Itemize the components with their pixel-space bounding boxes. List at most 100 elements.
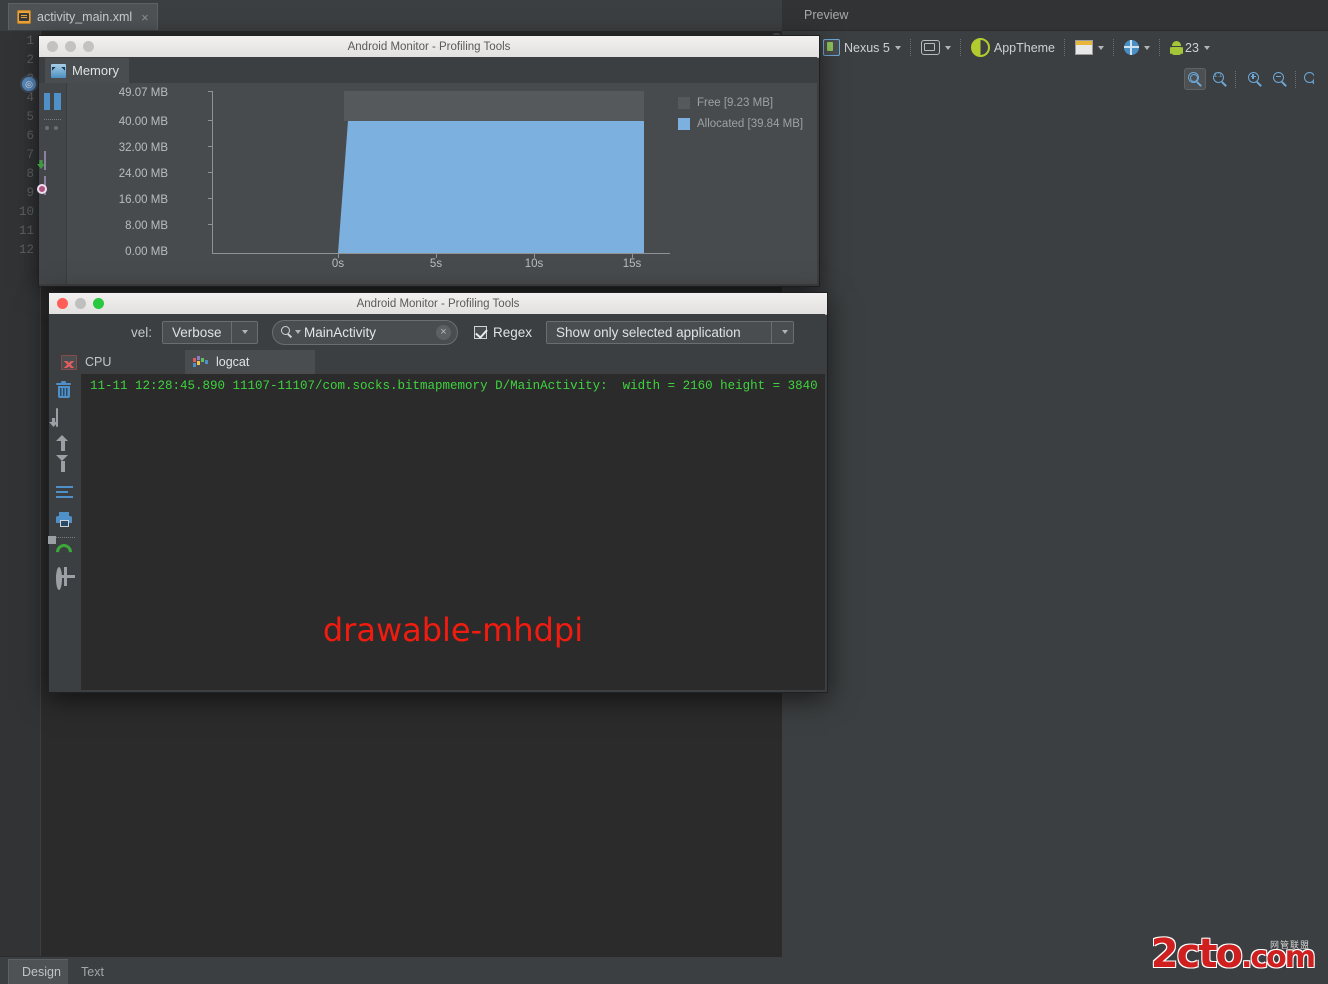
tab-memory[interactable]: Memory bbox=[45, 58, 129, 83]
chart-area-free bbox=[344, 91, 644, 121]
zoom-to-fit-button[interactable] bbox=[1184, 68, 1206, 90]
xml-file-icon bbox=[17, 10, 31, 24]
watermark-domain: .com bbox=[1240, 940, 1316, 975]
y-tick bbox=[208, 120, 212, 121]
gutter-marker-icon[interactable]: ◎ bbox=[22, 77, 36, 91]
line-number: 8 bbox=[26, 167, 34, 181]
android-monitor-logcat-window[interactable]: Android Monitor - Profiling Tools logcat… bbox=[48, 292, 828, 693]
zoom-extra-button[interactable] bbox=[1304, 68, 1314, 90]
line-number: 11 bbox=[18, 224, 34, 238]
regex-label: Regex bbox=[493, 324, 533, 340]
tab-text[interactable]: Text bbox=[68, 959, 117, 984]
device-selector-label: Nexus 5 bbox=[844, 40, 890, 55]
legend-item-allocated: Allocated [39.84 MB] bbox=[678, 118, 803, 130]
x-tick-label: 15s bbox=[622, 258, 642, 270]
tab-design[interactable]: Design bbox=[8, 959, 75, 984]
chevron-down-icon[interactable] bbox=[771, 321, 793, 343]
theme-selector[interactable]: AppTheme bbox=[966, 36, 1060, 60]
restart-icon[interactable] bbox=[48, 536, 76, 564]
editor-tab-label: activity_main.xml bbox=[37, 10, 133, 24]
chevron-down-icon bbox=[1098, 45, 1105, 50]
line-number: 9 bbox=[26, 186, 34, 200]
logcat-search-input[interactable]: MainActivity × bbox=[272, 319, 459, 345]
close-icon[interactable]: × bbox=[141, 10, 149, 25]
toolbar-separator bbox=[55, 537, 75, 539]
tab-memory-label: Memory bbox=[72, 63, 119, 78]
arrow-down-icon[interactable] bbox=[56, 455, 74, 479]
garbage-collect-icon[interactable] bbox=[44, 127, 61, 144]
y-tick-label: 8.00 MB bbox=[125, 220, 168, 232]
line-number: 2 bbox=[26, 53, 34, 67]
layout-variant-selector[interactable] bbox=[1070, 36, 1109, 60]
line-number: 7 bbox=[26, 148, 34, 162]
logcat-console[interactable]: 11-11 12:28:45.890 11107-11107/com.socks… bbox=[81, 374, 825, 690]
orientation-selector[interactable] bbox=[916, 36, 956, 60]
line-number: 1 bbox=[26, 34, 34, 48]
y-tick bbox=[208, 91, 212, 92]
zoom-in-button[interactable] bbox=[1244, 68, 1266, 90]
scope-filter-dropdown[interactable]: Show only selected application bbox=[546, 320, 795, 344]
zoom-actual-size-button[interactable]: 1:1 bbox=[1209, 68, 1231, 90]
locale-selector[interactable] bbox=[1119, 36, 1155, 60]
zoom-out-button[interactable] bbox=[1269, 68, 1291, 90]
legend-label: Free [9.23 MB] bbox=[697, 97, 774, 109]
toolbar-separator bbox=[959, 39, 962, 56]
layout-variant-icon bbox=[1075, 40, 1094, 55]
tab-cpu[interactable]: CPU bbox=[53, 350, 183, 374]
y-tick-label: 49.07 MB bbox=[118, 87, 168, 99]
chevron-down-icon[interactable] bbox=[230, 321, 253, 343]
chart-y-axis bbox=[212, 91, 213, 254]
gear-icon[interactable] bbox=[56, 567, 74, 590]
chevron-down-icon bbox=[1203, 45, 1210, 50]
log-level-dropdown[interactable]: Verbose bbox=[162, 320, 259, 344]
memory-chart-icon bbox=[51, 63, 66, 78]
arrow-up-icon[interactable] bbox=[56, 435, 74, 453]
log-level-value: Verbose bbox=[172, 324, 222, 340]
device-selector[interactable]: Nexus 5 bbox=[818, 36, 906, 60]
preview-header: Preview bbox=[782, 0, 1328, 31]
chart-x-axis bbox=[212, 253, 670, 254]
logcat-window-title: Android Monitor - Profiling Tools bbox=[356, 297, 520, 310]
dump-heap-icon[interactable] bbox=[44, 151, 61, 170]
tab-logcat[interactable]: logcat bbox=[185, 350, 315, 374]
orientation-icon bbox=[920, 40, 940, 55]
clear-search-icon[interactable]: × bbox=[436, 324, 452, 340]
wrap-text-icon[interactable] bbox=[56, 486, 74, 504]
zoom-extra-icon bbox=[1304, 71, 1314, 87]
cpu-icon bbox=[61, 354, 77, 370]
zoom-to-fit-icon bbox=[1187, 71, 1203, 87]
regex-checkbox[interactable] bbox=[474, 325, 488, 339]
print-icon[interactable] bbox=[56, 512, 74, 530]
log-line: 11-11 12:28:45.890 11107-11107/com.socks… bbox=[90, 379, 818, 393]
toolbar-separator bbox=[1159, 39, 1161, 56]
line-number: 6 bbox=[26, 129, 34, 143]
preview-toolbar: Nexus 5 AppTheme 23 bbox=[782, 31, 1328, 64]
chevron-down-icon bbox=[894, 45, 901, 50]
logcat-toolbar: vel: Verbose MainActivity × Regex Show o… bbox=[49, 314, 825, 350]
editor-tab-activity-main-xml[interactable]: activity_main.xml × bbox=[8, 3, 158, 30]
logcat-window-titlebar[interactable]: Android Monitor - Profiling Tools bbox=[49, 293, 827, 315]
theme-icon bbox=[970, 38, 990, 57]
toolbar-separator bbox=[1113, 39, 1115, 56]
pause-icon[interactable] bbox=[44, 93, 61, 110]
y-tick bbox=[208, 172, 212, 173]
y-tick-label: 40.00 MB bbox=[118, 116, 168, 128]
drawable-folder-annotation: drawable-mhdpi bbox=[322, 611, 584, 649]
memory-window-titlebar[interactable]: Android Monitor - Profiling Tools bbox=[39, 36, 819, 58]
y-tick bbox=[208, 198, 212, 199]
chevron-down-icon bbox=[1144, 45, 1151, 50]
scope-filter-value: Show only selected application bbox=[556, 324, 741, 340]
api-level-selector[interactable]: 23 bbox=[1165, 36, 1215, 60]
tab-cpu-label: CPU bbox=[85, 355, 112, 369]
android-monitor-memory-window[interactable]: Android Monitor - Profiling Tools Memory… bbox=[38, 35, 820, 287]
line-number: 5 bbox=[26, 110, 34, 124]
legend-label: Allocated [39.84 MB] bbox=[697, 118, 804, 130]
log-level-label: vel: bbox=[131, 324, 153, 340]
memory-chart[interactable]: 49.07 MB 40.00 MB 32.00 MB 24.00 MB 16.0… bbox=[66, 83, 817, 284]
trash-icon[interactable] bbox=[56, 380, 74, 401]
allocation-tracker-icon[interactable] bbox=[44, 176, 61, 195]
chevron-down-icon bbox=[944, 45, 951, 50]
device-icon bbox=[823, 39, 840, 56]
save-icon[interactable] bbox=[56, 408, 74, 427]
logcat-search-value: MainActivity bbox=[304, 324, 377, 340]
